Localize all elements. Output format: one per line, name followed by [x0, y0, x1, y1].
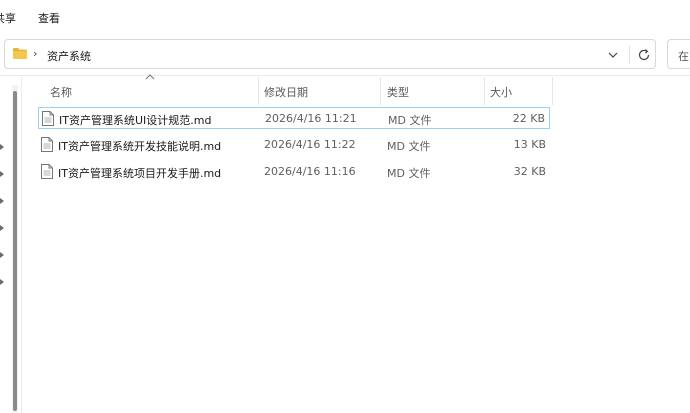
column-divider[interactable]	[484, 77, 485, 105]
chevron-right-icon[interactable]	[0, 170, 8, 178]
file-icon	[41, 164, 53, 179]
nav-scrollbar-thumb[interactable]	[13, 91, 17, 411]
file-icon	[41, 137, 53, 152]
sort-ascending-icon	[145, 74, 155, 80]
chevron-right-icon[interactable]: ›	[33, 47, 37, 60]
file-row[interactable]: IT资产管理系统开发技能说明.md 2026/4/16 11:22 MD 文件 …	[38, 134, 550, 156]
file-date: 2026/4/16 11:21	[265, 112, 357, 125]
chevron-right-icon[interactable]	[0, 197, 8, 205]
address-bar[interactable]: › 资产系统	[4, 39, 656, 69]
file-name: IT资产管理系统开发技能说明.md	[58, 140, 222, 153]
file-type: MD 文件	[387, 167, 431, 180]
file-size: 13 KB	[513, 138, 546, 151]
column-header-date[interactable]: 修改日期	[264, 84, 308, 100]
column-header-name[interactable]: 名称	[50, 84, 72, 100]
column-divider[interactable]	[552, 77, 553, 105]
chevron-right-icon[interactable]	[0, 224, 8, 232]
file-name: IT资产管理系统项目开发手册.md	[58, 167, 222, 180]
file-size: 32 KB	[513, 165, 546, 178]
menu-share[interactable]: 共享	[0, 10, 16, 26]
divider	[629, 46, 630, 64]
file-icon	[42, 111, 54, 126]
chevron-right-icon[interactable]	[0, 143, 8, 151]
breadcrumb-current[interactable]: 资产系统	[47, 48, 91, 64]
column-divider[interactable]	[258, 77, 259, 105]
column-header-size[interactable]: 大小	[490, 84, 512, 100]
file-row[interactable]: IT资产管理系统UI设计规范.md 2026/4/16 11:21 MD 文件 …	[38, 107, 550, 129]
refresh-icon[interactable]	[635, 46, 653, 64]
folder-icon	[13, 48, 27, 59]
chevron-down-icon[interactable]	[605, 47, 621, 63]
column-divider[interactable]	[380, 77, 381, 105]
file-date: 2026/4/16 11:16	[264, 165, 356, 178]
file-row[interactable]: IT资产管理系统项目开发手册.md 2026/4/16 11:16 MD 文件 …	[38, 161, 550, 183]
file-type: MD 文件	[388, 114, 432, 127]
file-name: IT资产管理系统UI设计规范.md	[59, 114, 212, 127]
search-placeholder: 在	[678, 50, 689, 63]
column-header-type[interactable]: 类型	[387, 84, 409, 100]
file-size: 22 KB	[512, 112, 545, 125]
search-input[interactable]: 在	[667, 39, 690, 69]
menu-view[interactable]: 查看	[38, 10, 60, 26]
menu-bar: 共享 查看	[0, 0, 690, 34]
file-date: 2026/4/16 11:22	[264, 138, 356, 151]
navigation-pane[interactable]	[0, 77, 22, 413]
address-row: › 资产系统 在	[0, 34, 690, 76]
chevron-right-icon[interactable]	[0, 278, 8, 286]
file-type: MD 文件	[387, 140, 431, 153]
chevron-right-icon[interactable]	[0, 251, 8, 259]
column-header-row: 名称 修改日期 类型 大小	[38, 74, 558, 105]
